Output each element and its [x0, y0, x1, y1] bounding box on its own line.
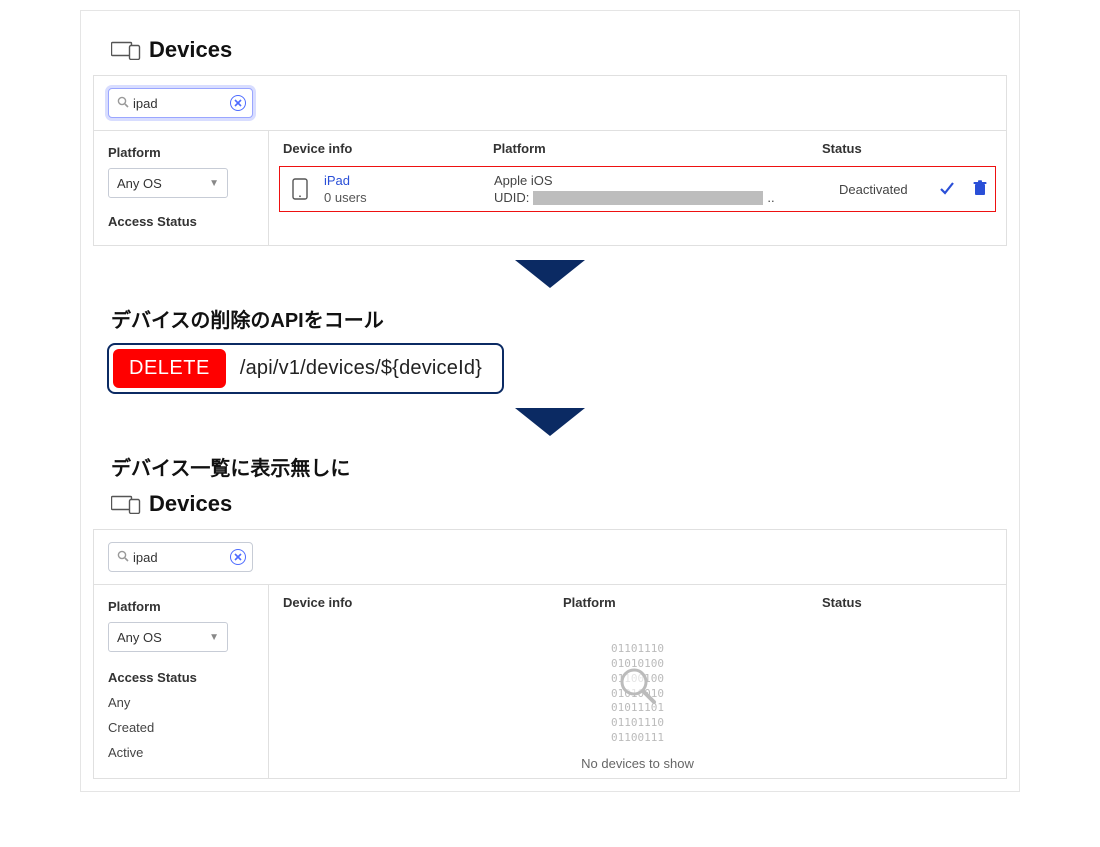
devices-heading-text: Devices [149, 491, 232, 517]
udid-label: UDID: [494, 190, 529, 205]
search-icon [117, 550, 129, 564]
platform-select-value: Any OS [117, 630, 162, 645]
flow-arrow-1 [93, 260, 1007, 290]
device-users: 0 users [324, 190, 494, 205]
ascii-line: 01101110 [269, 716, 1006, 731]
device-name: iPad [324, 173, 494, 188]
ascii-line: 01100111 [269, 731, 1006, 746]
delete-button[interactable] [973, 180, 987, 199]
magnify-icon [616, 664, 660, 713]
platform-select-value: Any OS [117, 176, 162, 191]
device-row[interactable]: iPad 0 users Apple iOS UDID: .. Deactiva… [279, 166, 996, 212]
activate-button[interactable] [939, 181, 955, 198]
device-platform: Apple iOS [494, 173, 839, 188]
col-status: Status [822, 141, 992, 156]
search-input[interactable] [133, 550, 230, 565]
platform-select[interactable]: Any OS ▼ [108, 168, 228, 198]
col-device-info: Device info [283, 141, 493, 156]
search-input-wrap[interactable] [108, 542, 253, 572]
access-status-active[interactable]: Active [108, 745, 256, 760]
device-tablet-icon [288, 178, 312, 200]
device-status: Deactivated [839, 182, 939, 197]
api-method-badge: DELETE [113, 349, 226, 388]
devices-icon [111, 494, 141, 514]
filter-sidebar-1: Platform Any OS ▼ Access Status [94, 131, 269, 245]
devices-icon [111, 40, 141, 60]
access-status-created[interactable]: Created [108, 720, 256, 735]
udid-redacted [533, 191, 763, 205]
empty-caption: デバイス一覧に表示無しに [111, 452, 1007, 481]
devices-heading-2: Devices [111, 491, 1007, 517]
table-header-2: Device info Platform Status [269, 585, 1006, 620]
api-path: /api/v1/devices/${deviceId} [230, 357, 502, 380]
clear-search-button[interactable] [230, 95, 246, 111]
platform-filter-label: Platform [108, 145, 256, 160]
search-input-wrap[interactable] [108, 88, 253, 118]
col-platform: Platform [493, 141, 822, 156]
devices-heading-1: Devices [111, 37, 1007, 63]
api-caption: デバイスの削除のAPIをコール [111, 304, 1007, 333]
access-status-any[interactable]: Any [108, 695, 256, 710]
empty-state-art: 01101110 01010100 01100100 01010010 0101… [269, 642, 1006, 746]
udid-suffix: .. [767, 190, 774, 205]
api-call-box: DELETE /api/v1/devices/${deviceId} [107, 343, 504, 394]
search-icon [117, 96, 129, 110]
devices-panel-1: Platform Any OS ▼ Access Status Device i… [93, 75, 1007, 246]
col-device-info: Device info [283, 595, 563, 610]
filter-sidebar-2: Platform Any OS ▼ Access Status Any Crea… [94, 585, 269, 778]
platform-select[interactable]: Any OS ▼ [108, 622, 228, 652]
access-status-label: Access Status [108, 214, 256, 229]
table-header-1: Device info Platform Status [269, 131, 1006, 166]
search-input[interactable] [133, 96, 230, 111]
devices-heading-text: Devices [149, 37, 232, 63]
clear-search-button[interactable] [230, 549, 246, 565]
caret-down-icon: ▼ [209, 178, 219, 189]
caret-down-icon: ▼ [209, 632, 219, 643]
devices-panel-2: Platform Any OS ▼ Access Status Any Crea… [93, 529, 1007, 779]
col-status: Status [822, 595, 992, 610]
ascii-line: 01101110 [269, 642, 1006, 657]
empty-message: No devices to show [269, 756, 1006, 771]
flow-arrow-2 [93, 408, 1007, 438]
platform-filter-label: Platform [108, 599, 256, 614]
col-platform: Platform [563, 595, 822, 610]
access-status-label: Access Status [108, 670, 256, 685]
